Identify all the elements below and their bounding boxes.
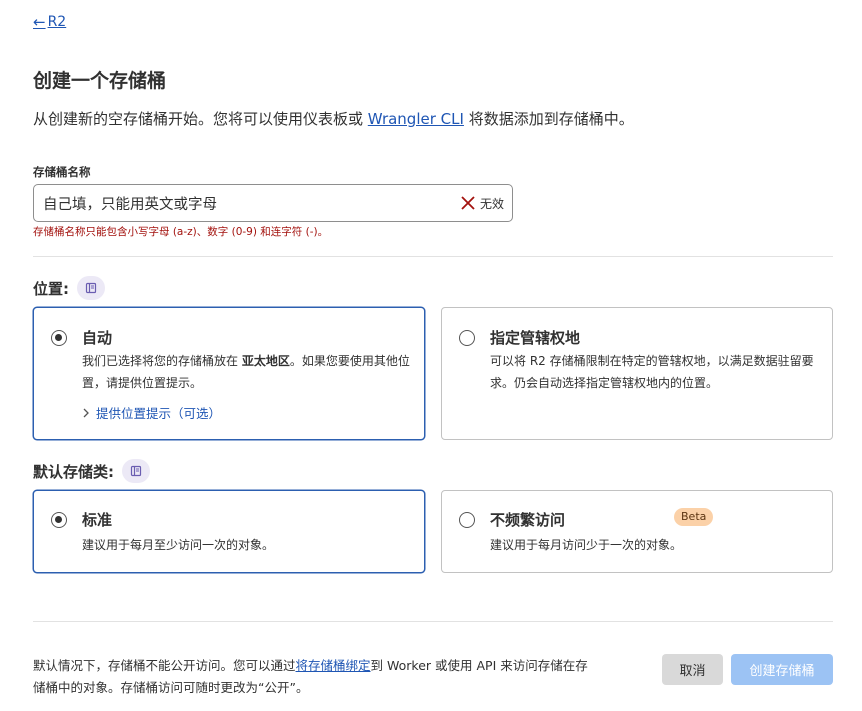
page-desc-text-before: 从创建新的空存储桶开始。您将可以使用仪表板或: [33, 110, 368, 128]
location-automatic-radio[interactable]: [51, 330, 67, 346]
location-automatic-region: 亚太地区: [241, 354, 290, 368]
beta-badge: Beta: [674, 508, 714, 526]
create-bucket-button[interactable]: 创建存储桶: [731, 654, 833, 685]
location-hint-label: 提供位置提示（可选）: [96, 406, 222, 421]
storage-infrequent-description: 建议用于每月访问少于一次的对象。: [490, 538, 683, 552]
storage-class-label: 默认存储类:: [33, 462, 114, 481]
chevron-right-icon: [83, 408, 89, 417]
bucket-name-field: 无效: [33, 184, 513, 222]
bind-bucket-link[interactable]: 将存储桶绑定: [296, 658, 371, 673]
storage-class-option-standard[interactable]: 标准 建议用于每月至少访问一次的对象。: [33, 490, 425, 573]
location-section-label: 位置:: [33, 276, 105, 300]
page-desc-text-after: 将数据添加到存储桶中。: [463, 110, 634, 128]
cancel-button[interactable]: 取消: [662, 654, 723, 685]
location-jurisdiction-description: 可以将 R2 存储桶限制在特定的管辖权地，以满足数据驻留要求。仍会自动选择指定管…: [490, 354, 814, 390]
storage-infrequent-radio[interactable]: [459, 512, 475, 528]
back-link-r2[interactable]: ← R2: [33, 13, 66, 31]
storage-infrequent-title: 不频繁访问: [490, 511, 566, 529]
book-icon: [85, 282, 97, 294]
location-option-jurisdiction[interactable]: 指定管辖权地 可以将 R2 存储桶限制在特定的管辖权地，以满足数据驻留要求。仍会…: [441, 307, 833, 440]
location-automatic-title: 自动: [82, 329, 113, 347]
invalid-status-text: 无效: [479, 196, 504, 211]
location-label: 位置:: [33, 279, 69, 298]
storage-class-docs-button[interactable]: [122, 459, 150, 483]
book-icon: [130, 465, 142, 477]
page-description: 从创建新的空存储桶开始。您将可以使用仪表板或 Wrangler CLI 将数据添…: [33, 108, 634, 129]
bucket-name-error: 存储桶名称只能包含小写字母 (a-z)、数字 (0-9) 和连字符 (-)。: [33, 226, 329, 238]
location-docs-button[interactable]: [77, 276, 105, 300]
location-automatic-desc-before: 我们已选择将您的存储桶放在: [82, 354, 242, 368]
location-hint-link[interactable]: 提供位置提示（可选）: [82, 403, 221, 422]
divider: [33, 256, 833, 257]
wrangler-cli-link[interactable]: Wrangler CLI: [368, 110, 464, 128]
bucket-name-input[interactable]: [34, 185, 460, 221]
storage-class-section-label: 默认存储类:: [33, 459, 150, 483]
invalid-status: 无效: [460, 195, 512, 212]
storage-standard-description: 建议用于每月至少访问一次的对象。: [82, 538, 275, 552]
back-arrow-icon: ←: [33, 13, 46, 31]
location-option-automatic[interactable]: 自动 我们已选择将您的存储桶放在 亚太地区。如果您要使用其他位置，请提供位置提示…: [33, 307, 425, 440]
footer-note: 默认情况下，存储桶不能公开访问。您可以通过将存储桶绑定到 Worker 或使用 …: [33, 655, 593, 699]
location-jurisdiction-radio[interactable]: [459, 330, 475, 346]
storage-class-option-infrequent[interactable]: 不频繁访问 Beta 建议用于每月访问少于一次的对象。: [441, 490, 833, 573]
x-icon: [461, 196, 475, 210]
bucket-name-label: 存储桶名称: [33, 165, 91, 179]
back-link-label: R2: [47, 14, 67, 30]
footer-text-before: 默认情况下，存储桶不能公开访问。您可以通过: [33, 658, 296, 673]
page-title: 创建一个存储桶: [33, 70, 167, 92]
location-automatic-description: 我们已选择将您的存储桶放在 亚太地区。如果您要使用其他位置，请提供位置提示。: [82, 350, 412, 394]
divider: [33, 621, 833, 622]
storage-standard-radio[interactable]: [51, 512, 67, 528]
storage-standard-title: 标准: [82, 511, 113, 529]
location-jurisdiction-title: 指定管辖权地: [490, 329, 581, 347]
